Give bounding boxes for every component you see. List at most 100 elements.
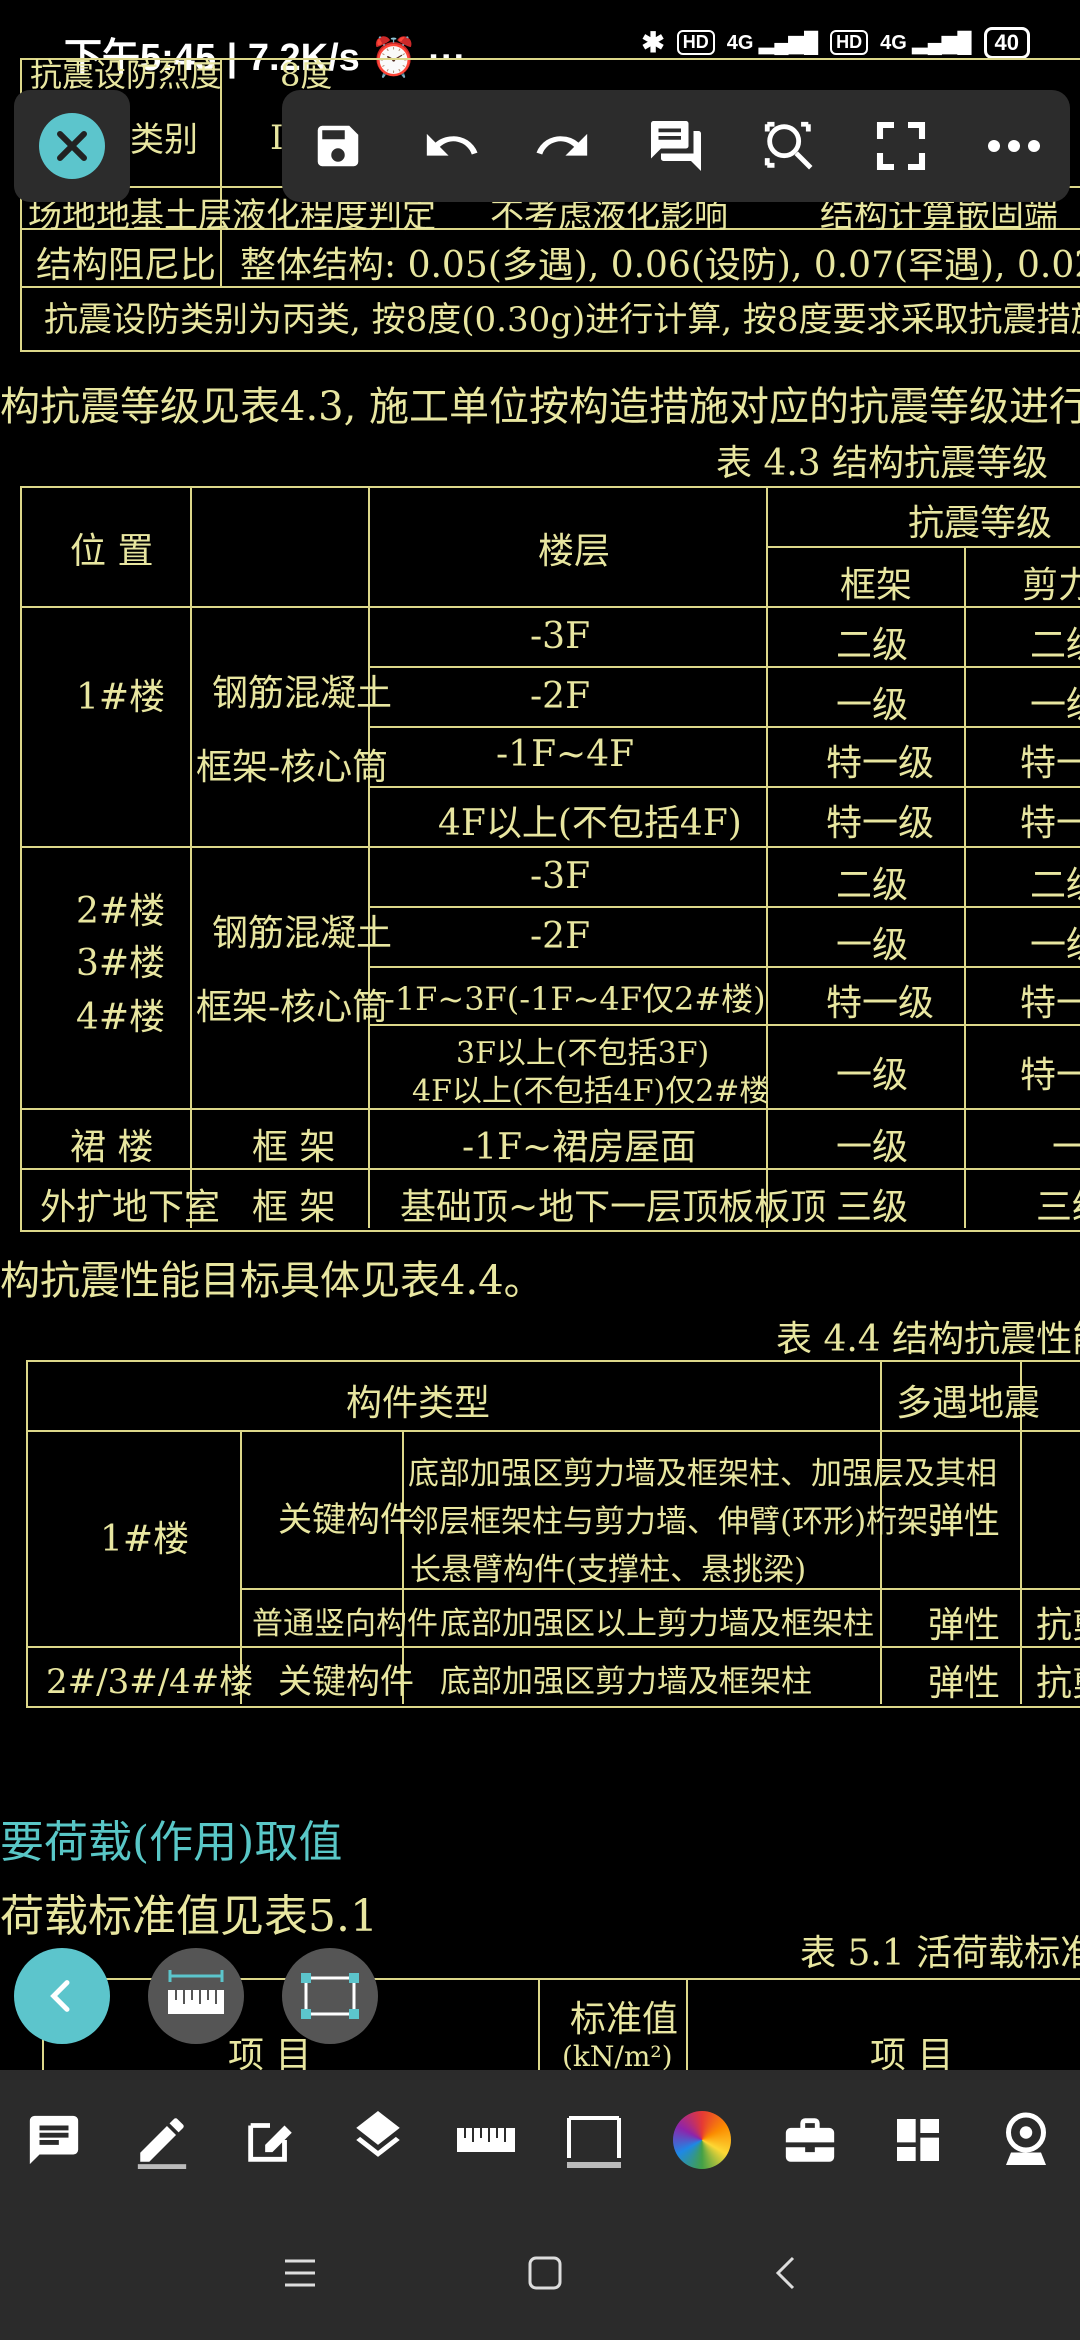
menu-icon[interactable] — [283, 2258, 317, 2292]
grid-icon[interactable] — [886, 2108, 950, 2172]
redo-icon[interactable] — [531, 114, 595, 178]
design-note: 抗震设防类别为丙类, 按8度(0.30g)进行计算, 按8度要求采取抗震措施. … — [44, 300, 1080, 340]
type2b: 框架-核心筒 — [196, 987, 389, 1028]
b2a: 2#楼 — [76, 891, 166, 932]
undo-icon[interactable] — [419, 114, 483, 178]
r1-floor: -3F — [530, 616, 591, 657]
section-heading-5: 要荷载(作用)取值 — [0, 1817, 343, 1868]
r2-floor: -2F — [530, 676, 591, 717]
t51-unit: (kN/m²) — [562, 2040, 673, 2070]
line — [368, 786, 1080, 788]
r1-frame: 二级 — [836, 625, 909, 666]
r9-floor: -1F~裙房屋面 — [462, 1127, 697, 1168]
b4: 外扩地下室 — [40, 1187, 221, 1228]
comment-icon[interactable] — [22, 2108, 86, 2172]
drawing-canvas[interactable]: 抗震设防烈度 8度 类别 II 场地地基土层液化程度判定 不考虑液化影响 结构计… — [0, 0, 1080, 2070]
pen-icon[interactable] — [130, 2108, 194, 2172]
system-nav-bar — [0, 2210, 1080, 2340]
line — [368, 666, 1080, 668]
r10-floor: 基础顶~地下一层顶板板顶 — [400, 1187, 827, 1228]
r10-shear: 三级 — [1036, 1187, 1080, 1228]
t51-item-right: 项 目 — [870, 2035, 954, 2070]
t44-partial2: 抗剪 — [1036, 1663, 1080, 1704]
t44-key2-desc: 底部加强区剪力墙及框架柱 — [440, 1664, 812, 1700]
save-icon[interactable] — [306, 114, 370, 178]
table-5-1-caption: 表 5.1 活荷载标准 — [800, 1933, 1080, 1974]
t44-key-desc2: 邻层框架柱与剪力墙、伸臂(环形)桁架、 — [408, 1504, 960, 1540]
fullscreen-icon[interactable] — [869, 114, 933, 178]
paragraph-4-3: 构抗震等级见表4.3, 施工单位按构造措施对应的抗震等级进行施工。 — [0, 384, 1080, 430]
line — [368, 966, 1080, 968]
r2-shear: 一级 — [1030, 685, 1080, 726]
line — [964, 546, 966, 1228]
measure-icon[interactable] — [562, 2108, 626, 2172]
r4-shear: 特一 — [1020, 803, 1080, 844]
comments-icon[interactable] — [644, 114, 708, 178]
h-position: 位 置 — [70, 531, 154, 572]
t44-elastic3: 弹性 — [928, 1663, 1001, 1704]
toolbox-icon[interactable] — [778, 2108, 842, 2172]
r5-frame: 二级 — [836, 865, 909, 906]
line — [766, 546, 1080, 548]
h-grade: 抗震等级 — [908, 503, 1053, 544]
b2c: 4#楼 — [76, 997, 166, 1038]
t44-normal: 普通竖向构件 — [252, 1606, 438, 1642]
r5-shear: 二级 — [1030, 865, 1080, 906]
paragraph-5-1: 荷载标准值见表5.1 — [0, 1891, 378, 1942]
close-icon — [39, 113, 105, 179]
close-button[interactable] — [14, 90, 130, 202]
h-minor: 多遇地震 — [896, 1383, 1041, 1424]
h-shear: 剪力 — [1022, 565, 1080, 606]
line — [368, 1024, 1080, 1026]
more-icon[interactable] — [982, 114, 1046, 178]
r9-frame: 一级 — [836, 1127, 909, 1168]
type1a: 钢筋混凝土 — [212, 673, 393, 714]
t44-normal-desc: 底部加强区以上剪力墙及框架柱 — [440, 1606, 874, 1642]
line — [538, 1978, 540, 2070]
line — [20, 846, 1080, 848]
t44-key-desc3: 长悬臂构件(支撑柱、悬挑梁) — [410, 1552, 807, 1588]
paragraph-4-4: 构抗震性能目标具体见表4.4。 — [0, 1258, 544, 1304]
back-icon[interactable] — [773, 2255, 797, 2295]
color-wheel-icon[interactable] — [670, 2108, 734, 2172]
zoom-fit-icon[interactable] — [757, 114, 821, 178]
ruler-icon[interactable] — [454, 2108, 518, 2172]
line — [368, 726, 1080, 728]
ruler-measure-icon — [168, 1970, 224, 2014]
measure-area-button[interactable] — [282, 1948, 378, 2044]
r7-floor: -1F~3F(-1F~4F仅2#楼) — [384, 980, 766, 1018]
b1: 1#楼 — [76, 677, 166, 718]
line — [26, 1646, 1080, 1648]
row2-left: 类别 — [130, 120, 198, 160]
top-action-bar — [282, 90, 1070, 202]
h-floor: 楼层 — [538, 531, 611, 572]
edit-icon[interactable] — [238, 2108, 302, 2172]
bottom-toolbar — [0, 2070, 1080, 2210]
line — [766, 486, 768, 1228]
line — [20, 606, 1080, 608]
line — [190, 486, 192, 1228]
rectangle-select-icon — [301, 1973, 359, 2019]
viewer-icon[interactable] — [994, 2108, 1058, 2172]
t44-key2: 关键构件 — [278, 1662, 414, 1702]
damping-label: 结构阻尼比 — [36, 245, 217, 286]
measure-distance-button[interactable] — [148, 1948, 244, 2044]
r6-shear: 一级 — [1030, 925, 1080, 966]
type2a: 钢筋混凝土 — [212, 913, 393, 954]
r3-shear: 特一 — [1020, 743, 1080, 784]
layers-icon[interactable] — [346, 2108, 410, 2172]
h-type: 构件类型 — [346, 1383, 491, 1424]
table-4-4-caption: 表 4.4 结构抗震性能 — [776, 1319, 1080, 1360]
t3: 框 架 — [252, 1127, 336, 1168]
t44-elastic2: 弹性 — [928, 1605, 1001, 1646]
back-fab[interactable] — [14, 1948, 110, 2044]
line — [686, 1978, 688, 2070]
r6-frame: 一级 — [836, 925, 909, 966]
t44-partial1: 抗剪 — [1036, 1605, 1080, 1646]
r3-frame: 特一级 — [826, 743, 935, 784]
r3-floor: -1F~4F — [496, 734, 635, 775]
home-icon[interactable] — [527, 2255, 563, 2295]
r8-shear: 特一 — [1020, 1055, 1080, 1096]
r2-frame: 一级 — [836, 685, 909, 726]
t44-b1: 1#楼 — [100, 1519, 190, 1560]
